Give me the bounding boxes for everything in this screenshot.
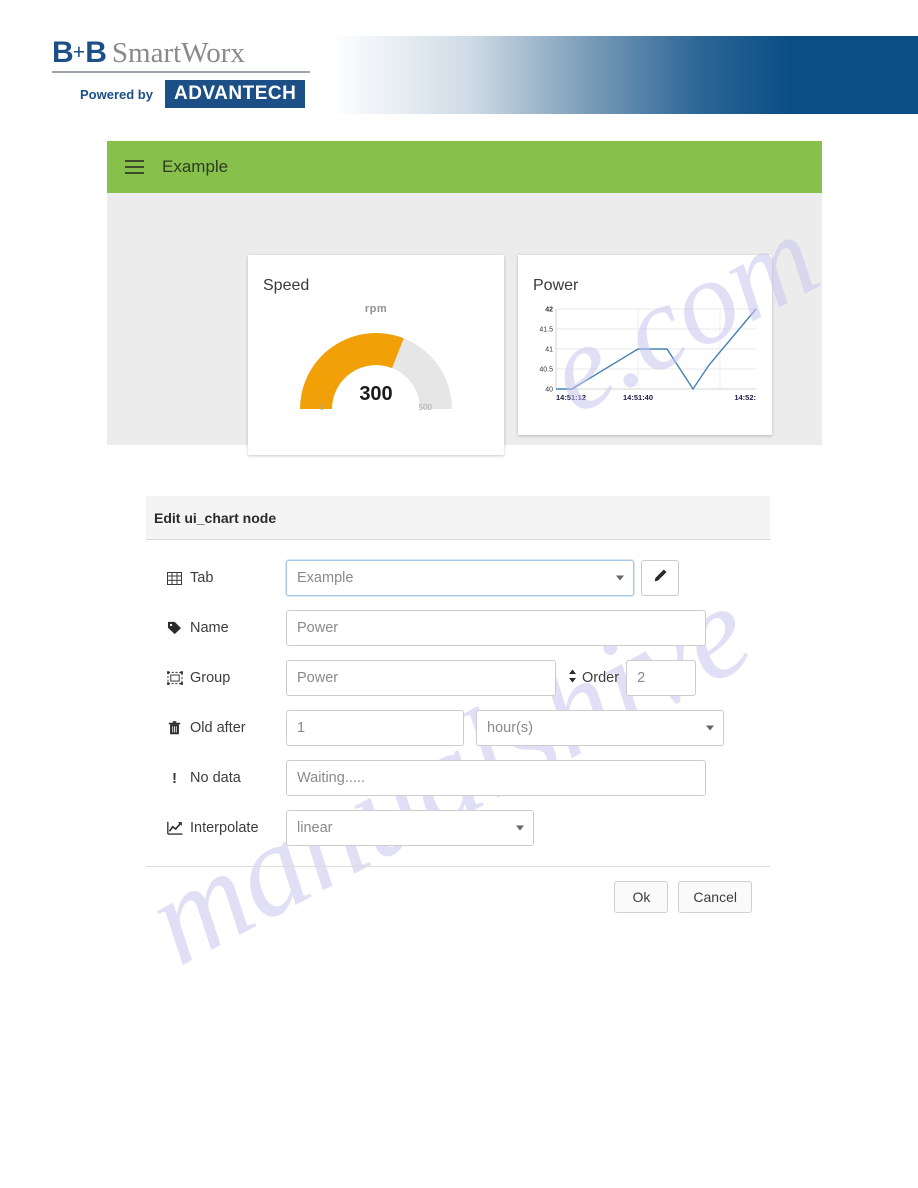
interpolate-label-group: Interpolate — [146, 820, 286, 836]
dialog-footer: Ok Cancel — [146, 866, 770, 913]
gauge-min-label: 0 — [320, 403, 325, 412]
old-after-units-value: hour(s) — [487, 720, 533, 736]
old-after-label: Old after — [190, 720, 246, 736]
brand-wordmark: B+B SmartWorx — [52, 38, 314, 68]
name-label-group: Name — [146, 620, 286, 636]
gauge-card: Speed rpm 300 0 500 — [248, 255, 504, 455]
order-label-group: Order — [568, 669, 619, 687]
old-after-label-group: Old after — [146, 720, 286, 736]
brand-bb-text: B — [52, 36, 74, 69]
form-row-group: Group Power Order 2 — [146, 658, 770, 698]
chevron-down-icon — [516, 825, 524, 831]
chart-card-title: Power — [533, 277, 579, 294]
gauge-widget: rpm 300 0 500 — [248, 299, 504, 429]
dashboard-toolbar: Example — [107, 141, 822, 193]
order-label: Order — [582, 670, 620, 686]
brand-divider — [52, 71, 310, 73]
group-label: Group — [190, 670, 231, 686]
group-input-value: Power — [297, 670, 339, 686]
old-after-input[interactable]: 1 — [286, 710, 464, 746]
gauge-card-title: Speed — [263, 277, 310, 294]
sort-icon — [568, 669, 577, 687]
dialog-title: Edit ui_chart node — [154, 509, 277, 526]
svg-text:40: 40 — [545, 387, 553, 394]
name-input[interactable]: Power — [286, 610, 706, 646]
exclamation-icon: ! — [172, 769, 177, 787]
chart-line-icon — [166, 821, 183, 836]
svg-text:14:51:12: 14:51:12 — [556, 393, 586, 402]
chart-card: Power 42 41.5 41 40.5 40 14:51:12 14:51:… — [518, 255, 772, 435]
form-row-no-data: ! No data Waiting..... — [146, 758, 770, 798]
form-row-old-after: Old after 1 hour(s) — [146, 708, 770, 748]
edit-tab-button[interactable] — [641, 560, 679, 596]
chart-y-tick-labels: 42 41.5 41 40.5 40 — [539, 307, 553, 394]
form-row-tab: Tab Example — [146, 558, 770, 598]
group-input[interactable]: Power — [286, 660, 556, 696]
order-input[interactable]: 2 — [626, 660, 697, 696]
power-line-chart: 42 41.5 41 40.5 40 14:51:12 14:51:40 14:… — [539, 307, 757, 402]
chevron-down-icon — [616, 575, 624, 581]
no-data-label: No data — [190, 770, 241, 786]
brand-plus-glyph: + — [72, 39, 86, 64]
powered-by-text: Powered by — [80, 86, 153, 102]
tab-label: Tab — [190, 570, 214, 586]
old-after-units-select[interactable]: hour(s) — [476, 710, 724, 746]
dialog-body: Tab Example Name Power Group Power Order… — [146, 540, 770, 913]
form-row-interpolate: Interpolate linear — [146, 808, 770, 848]
name-input-value: Power — [297, 620, 339, 636]
svg-text:42: 42 — [545, 307, 553, 314]
order-input-value: 2 — [637, 670, 646, 686]
brand-logo: B+B SmartWorx Powered by ADVANTECH — [52, 38, 314, 108]
tab-select-value: Example — [297, 570, 354, 586]
dashboard-cards: Speed rpm 300 0 500 Power 42 41.5 41 40.… — [107, 193, 822, 455]
tag-icon — [166, 621, 183, 636]
no-data-input-value: Waiting..... — [297, 770, 365, 786]
name-label: Name — [190, 620, 229, 636]
svg-text:41: 41 — [545, 347, 553, 354]
brand-smartworx-text: SmartWorx — [111, 37, 245, 69]
object-group-icon — [166, 671, 183, 686]
old-after-input-value: 1 — [297, 720, 306, 736]
gauge-max-label: 500 — [418, 403, 432, 412]
form-row-name: Name Power — [146, 608, 770, 648]
interpolate-select-value: linear — [297, 820, 333, 836]
svg-text:40.5: 40.5 — [539, 367, 553, 374]
gauge-value: 300 — [359, 383, 393, 405]
chart-x-tick-labels: 14:51:12 14:51:40 14:52: — [556, 393, 756, 402]
svg-text:41.5: 41.5 — [539, 327, 553, 334]
tab-label-group: Tab — [146, 570, 286, 586]
dashboard-preview: Example Speed rpm 300 0 500 Power 42 41.… — [107, 141, 822, 455]
dialog-header: Edit ui_chart node — [146, 496, 770, 540]
advantech-logo: ADVANTECH — [164, 80, 306, 108]
chevron-down-icon — [706, 725, 714, 731]
brand-bb2-text: B — [85, 36, 107, 69]
no-data-label-group: ! No data — [146, 769, 286, 787]
tab-select[interactable]: Example — [286, 560, 634, 596]
interpolate-label: Interpolate — [190, 820, 259, 836]
svg-text:14:52:: 14:52: — [734, 393, 756, 402]
pencil-icon — [653, 568, 668, 588]
brand-powered-row: Powered by ADVANTECH — [52, 80, 314, 108]
gauge-unit-label: rpm — [364, 303, 388, 315]
svg-text:14:51:40: 14:51:40 — [623, 393, 653, 402]
ok-button[interactable]: Ok — [614, 881, 669, 913]
group-label-group: Group — [146, 670, 286, 686]
table-icon — [166, 571, 183, 586]
no-data-input[interactable]: Waiting..... — [286, 760, 706, 796]
edit-node-dialog: Edit ui_chart node Tab Example Name Powe… — [146, 496, 770, 913]
cancel-button[interactable]: Cancel — [678, 881, 752, 913]
dashboard-tab-title: Example — [162, 157, 229, 176]
trash-icon — [166, 721, 183, 736]
hamburger-icon[interactable] — [125, 160, 144, 174]
interpolate-select[interactable]: linear — [286, 810, 534, 846]
